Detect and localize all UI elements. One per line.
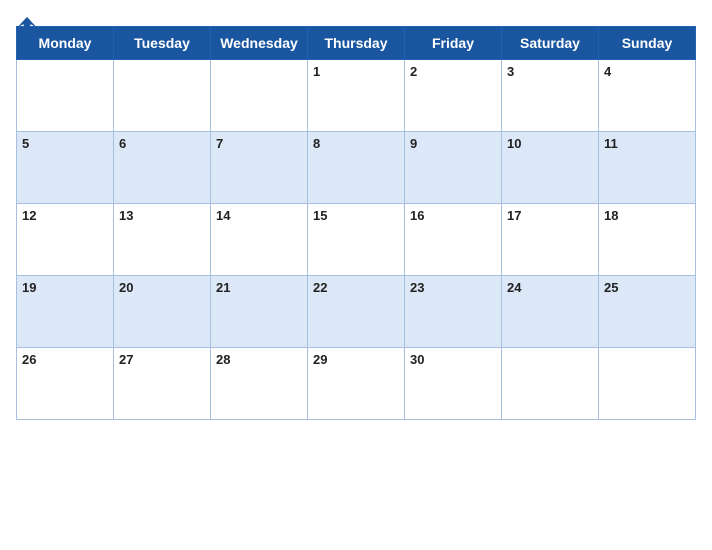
day-number: 2 <box>410 64 496 79</box>
day-number: 8 <box>313 136 399 151</box>
day-number: 25 <box>604 280 690 295</box>
logo-bird-icon <box>16 14 38 36</box>
day-number: 6 <box>119 136 205 151</box>
weekday-header: Tuesday <box>114 27 211 60</box>
calendar-table: MondayTuesdayWednesdayThursdayFridaySatu… <box>16 26 696 420</box>
calendar-cell: 29 <box>308 348 405 420</box>
weekday-header: Saturday <box>502 27 599 60</box>
calendar-thead: MondayTuesdayWednesdayThursdayFridaySatu… <box>17 27 696 60</box>
calendar-tbody: 1234567891011121314151617181920212223242… <box>17 60 696 420</box>
day-number: 12 <box>22 208 108 223</box>
calendar-cell: 4 <box>599 60 696 132</box>
day-number: 28 <box>216 352 302 367</box>
calendar-cell <box>599 348 696 420</box>
calendar-cell: 5 <box>17 132 114 204</box>
weekday-header: Wednesday <box>211 27 308 60</box>
weekday-header-row: MondayTuesdayWednesdayThursdayFridaySatu… <box>17 27 696 60</box>
day-number: 20 <box>119 280 205 295</box>
calendar-cell: 3 <box>502 60 599 132</box>
calendar-cell: 14 <box>211 204 308 276</box>
calendar-cell: 24 <box>502 276 599 348</box>
calendar-cell: 10 <box>502 132 599 204</box>
calendar-cell: 12 <box>17 204 114 276</box>
day-number: 27 <box>119 352 205 367</box>
calendar-cell: 11 <box>599 132 696 204</box>
calendar-week-row: 56789 10 11 <box>17 132 696 204</box>
day-number: 17 <box>507 208 593 223</box>
calendar-cell: 7 <box>211 132 308 204</box>
day-number: 4 <box>604 64 690 79</box>
calendar-week-row: 12 13 14 15 16 17 18 <box>17 204 696 276</box>
day-number: 22 <box>313 280 399 295</box>
calendar-cell: 2 <box>405 60 502 132</box>
weekday-header: Thursday <box>308 27 405 60</box>
calendar-cell: 30 <box>405 348 502 420</box>
calendar-header <box>16 10 696 16</box>
day-number: 24 <box>507 280 593 295</box>
day-number: 13 <box>119 208 205 223</box>
calendar-cell: 28 <box>211 348 308 420</box>
weekday-header: Sunday <box>599 27 696 60</box>
day-number: 30 <box>410 352 496 367</box>
calendar-cell <box>114 60 211 132</box>
day-number: 16 <box>410 208 496 223</box>
calendar-cell: 19 <box>17 276 114 348</box>
day-number: 15 <box>313 208 399 223</box>
calendar-cell: 17 <box>502 204 599 276</box>
weekday-header: Friday <box>405 27 502 60</box>
calendar-cell: 21 <box>211 276 308 348</box>
calendar-cell: 20 <box>114 276 211 348</box>
day-number: 23 <box>410 280 496 295</box>
calendar-cell: 1 <box>308 60 405 132</box>
day-number: 7 <box>216 136 302 151</box>
calendar-cell: 15 <box>308 204 405 276</box>
calendar-cell: 27 <box>114 348 211 420</box>
calendar-cell: 23 <box>405 276 502 348</box>
day-number: 29 <box>313 352 399 367</box>
calendar-cell <box>502 348 599 420</box>
day-number: 5 <box>22 136 108 151</box>
calendar-cell: 6 <box>114 132 211 204</box>
day-number: 11 <box>604 136 690 151</box>
calendar-cell: 8 <box>308 132 405 204</box>
day-number: 21 <box>216 280 302 295</box>
day-number: 3 <box>507 64 593 79</box>
calendar-cell: 25 <box>599 276 696 348</box>
day-number: 10 <box>507 136 593 151</box>
day-number: 14 <box>216 208 302 223</box>
calendar-cell <box>211 60 308 132</box>
logo-area <box>16 14 40 36</box>
calendar-week-row: 1234 <box>17 60 696 132</box>
calendar-cell <box>17 60 114 132</box>
calendar-cell: 22 <box>308 276 405 348</box>
calendar-week-row: 19 20 21 22 23 24 25 <box>17 276 696 348</box>
calendar-cell: 9 <box>405 132 502 204</box>
calendar-wrapper: MondayTuesdayWednesdayThursdayFridaySatu… <box>0 0 712 550</box>
calendar-cell: 16 <box>405 204 502 276</box>
day-number: 1 <box>313 64 399 79</box>
calendar-cell: 18 <box>599 204 696 276</box>
calendar-week-row: 26 27 28 29 30 <box>17 348 696 420</box>
day-number: 19 <box>22 280 108 295</box>
calendar-cell: 13 <box>114 204 211 276</box>
day-number: 26 <box>22 352 108 367</box>
day-number: 18 <box>604 208 690 223</box>
calendar-cell: 26 <box>17 348 114 420</box>
day-number: 9 <box>410 136 496 151</box>
